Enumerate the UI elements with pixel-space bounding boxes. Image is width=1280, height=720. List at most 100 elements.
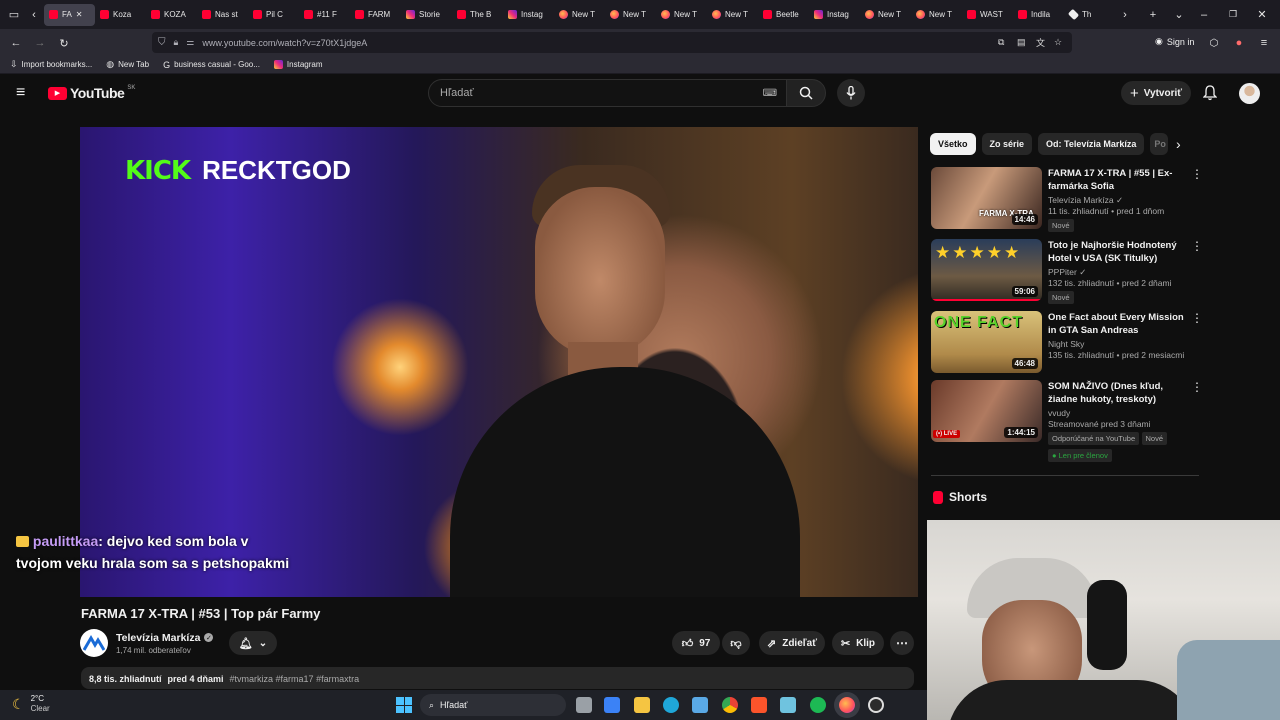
search-input[interactable]: Hľadať ⌨	[428, 79, 788, 107]
browser-tab[interactable]: New T	[860, 4, 911, 26]
video-thumbnail[interactable]: FARMA X-TRA 14:46	[931, 167, 1042, 229]
hashtags[interactable]: #tvmarkiza #farma17 #farmaxtra	[230, 674, 360, 684]
obs-icon[interactable]	[868, 697, 884, 713]
chrome-icon[interactable]	[722, 697, 738, 713]
task-view-icon[interactable]	[576, 697, 592, 713]
chip-series[interactable]: Zo série	[981, 133, 1033, 155]
keyboard-icon[interactable]: ⌨	[763, 88, 777, 99]
browser-tab[interactable]: Th	[1064, 4, 1115, 26]
more-options-icon[interactable]: ⋮	[1191, 311, 1203, 375]
tab-overview-icon[interactable]: ▭	[4, 5, 24, 25]
channel-name[interactable]: Televízia Markíza	[116, 632, 200, 644]
description-box[interactable]: 8,8 tis. zhliadnutí pred 4 dňami #tvmark…	[81, 667, 914, 689]
url-text[interactable]: www.youtube.com/watch?v=z70tX1jdgeA	[202, 38, 367, 48]
new-tab-icon[interactable]: +	[1143, 5, 1163, 25]
lock-icon[interactable]: 🔒︎	[174, 37, 179, 48]
shorts-header[interactable]: Shorts	[933, 490, 987, 504]
maximize-icon[interactable]: ❐	[1223, 5, 1243, 25]
browser-tab[interactable]: Nas st	[197, 4, 248, 26]
chips-next-icon[interactable]: ›	[1176, 136, 1181, 152]
translate-icon[interactable]: 文	[1036, 36, 1045, 49]
dislike-button[interactable]: 👎︎	[722, 631, 750, 655]
spotify-icon[interactable]	[810, 697, 826, 713]
browser-tab[interactable]: FARM	[350, 4, 401, 26]
weather-widget[interactable]: ☾ 2°C Clear	[12, 694, 50, 714]
browser-tab[interactable]: Instag	[503, 4, 554, 26]
recommendation-title[interactable]: SOM NAŽIVO (Dnes kľud, žiadne hukoty, tr…	[1048, 380, 1185, 406]
close-window-icon[interactable]: ✕	[1252, 5, 1272, 25]
file-explorer-icon[interactable]	[634, 697, 650, 713]
clip-button[interactable]: ✂ Klip	[832, 631, 884, 655]
like-button[interactable]: 👍︎ 97	[672, 631, 720, 655]
browser-tab[interactable]: The B	[452, 4, 503, 26]
recommendation-item[interactable]: FARMA X-TRA 14:46 FARMA 17 X-TRA | #55 |…	[931, 167, 1203, 232]
recommendation-item[interactable]: ★★★★★ 59:06 Toto je Najhoršie Hodnotený …	[931, 239, 1203, 304]
notifications-bell-icon[interactable]	[1202, 85, 1218, 106]
search-button[interactable]	[786, 79, 826, 107]
forward-icon[interactable]: →	[30, 33, 50, 53]
avatar[interactable]	[1239, 83, 1260, 104]
more-options-icon[interactable]: ⋮	[1191, 380, 1203, 464]
subscribed-notifications-button[interactable]: 🔔︎ ⌄	[229, 631, 277, 655]
recommendation-channel[interactable]: PPPiter ✓	[1048, 267, 1185, 278]
browser-tab[interactable]: WAST	[962, 4, 1013, 26]
permissions-icon[interactable]: ⚌	[186, 37, 194, 48]
browser-tab[interactable]: #11 F	[299, 4, 350, 26]
edge-icon[interactable]	[663, 697, 679, 713]
picture-in-picture-icon[interactable]: ⧉	[998, 37, 1004, 48]
taskbar-search[interactable]: ⌕ Hľadať	[420, 694, 566, 716]
reload-icon[interactable]: ↻	[54, 33, 74, 53]
bookmark-item[interactable]: ⇩ Import bookmarks...	[10, 59, 92, 70]
chip-more[interactable]: Po	[1150, 133, 1169, 155]
browser-tab[interactable]: Indila	[1013, 4, 1064, 26]
more-options-icon[interactable]: ⋮	[1191, 167, 1203, 231]
start-button[interactable]	[396, 697, 412, 713]
reader-view-icon[interactable]: ▤	[1017, 37, 1026, 48]
browser-tab[interactable]: KOZA	[146, 4, 197, 26]
voice-search-button[interactable]	[837, 79, 865, 107]
recommendation-item[interactable]: (•) LIVE 1:44:15 SOM NAŽIVO (Dnes kľud, …	[931, 380, 1203, 464]
back-icon[interactable]: ←	[6, 33, 26, 53]
tab-scroll-left-icon[interactable]: ‹	[24, 5, 44, 25]
video-thumbnail[interactable]: (•) LIVE 1:44:15	[931, 380, 1042, 442]
notepad-icon[interactable]	[780, 697, 796, 713]
firefox-icon[interactable]	[839, 697, 855, 713]
video-thumbnail[interactable]: ONE FACT 46:48	[931, 311, 1042, 373]
create-button[interactable]: + Vytvoriť	[1121, 81, 1191, 105]
recommendation-title[interactable]: FARMA 17 X-TRA | #55 | Ex-farmárka Sofia	[1048, 167, 1185, 193]
recommendation-channel[interactable]: Televízia Markíza ✓	[1048, 195, 1185, 206]
browser-tab[interactable]: Beetle	[758, 4, 809, 26]
hamburger-menu-icon[interactable]: ≡	[16, 85, 25, 101]
browser-tab[interactable]: New T	[656, 4, 707, 26]
chip-from-channel[interactable]: Od: Televízia Markíza	[1038, 133, 1145, 155]
browser-tab[interactable]: New T	[911, 4, 962, 26]
more-actions-button[interactable]: ⋯	[890, 631, 914, 655]
shield-icon[interactable]: ⛉	[158, 37, 166, 48]
bookmark-star-icon[interactable]: ☆	[1054, 37, 1062, 48]
close-tab-icon[interactable]: ✕	[76, 10, 83, 19]
browser-tab[interactable]: New T	[605, 4, 656, 26]
account-button[interactable]: ◉ Sign in	[1155, 36, 1194, 47]
recommendation-channel[interactable]: Night Sky	[1048, 339, 1185, 350]
browser-tab[interactable]: Instag	[809, 4, 860, 26]
bookmark-item[interactable]: Gbusiness casual - Goo...	[163, 60, 260, 70]
photos-icon[interactable]	[692, 697, 708, 713]
bookmark-item[interactable]: ◍ New Tab	[106, 59, 149, 70]
browser-tab[interactable]: Koza	[95, 4, 146, 26]
recommendation-item[interactable]: ONE FACT 46:48 One Fact about Every Miss…	[931, 311, 1203, 375]
bookmark-item[interactable]: Instagram	[273, 60, 323, 69]
video-player[interactable]: KICK RECKTGOD	[80, 127, 918, 597]
store-icon[interactable]	[604, 697, 620, 713]
url-bar[interactable]: ⛉ 🔒︎ ⚌ www.youtube.com/watch?v=z70tX1jdg…	[152, 32, 1072, 53]
recommendation-channel[interactable]: vvudy	[1048, 408, 1185, 419]
video-thumbnail[interactable]: ★★★★★ 59:06	[931, 239, 1042, 301]
brave-icon[interactable]	[751, 697, 767, 713]
youtube-logo[interactable]: ▶ YouTube SK	[48, 85, 135, 101]
share-button[interactable]: ⇗ Zdieľať	[759, 631, 825, 655]
extensions-icon[interactable]: ⬡	[1204, 33, 1224, 53]
chip-all[interactable]: Všetko	[930, 133, 976, 155]
more-options-icon[interactable]: ⋮	[1191, 239, 1203, 303]
menu-icon[interactable]: ≡	[1254, 33, 1274, 53]
browser-tab[interactable]: Storie	[401, 4, 452, 26]
browser-tab[interactable]: FA ✕	[44, 3, 95, 26]
